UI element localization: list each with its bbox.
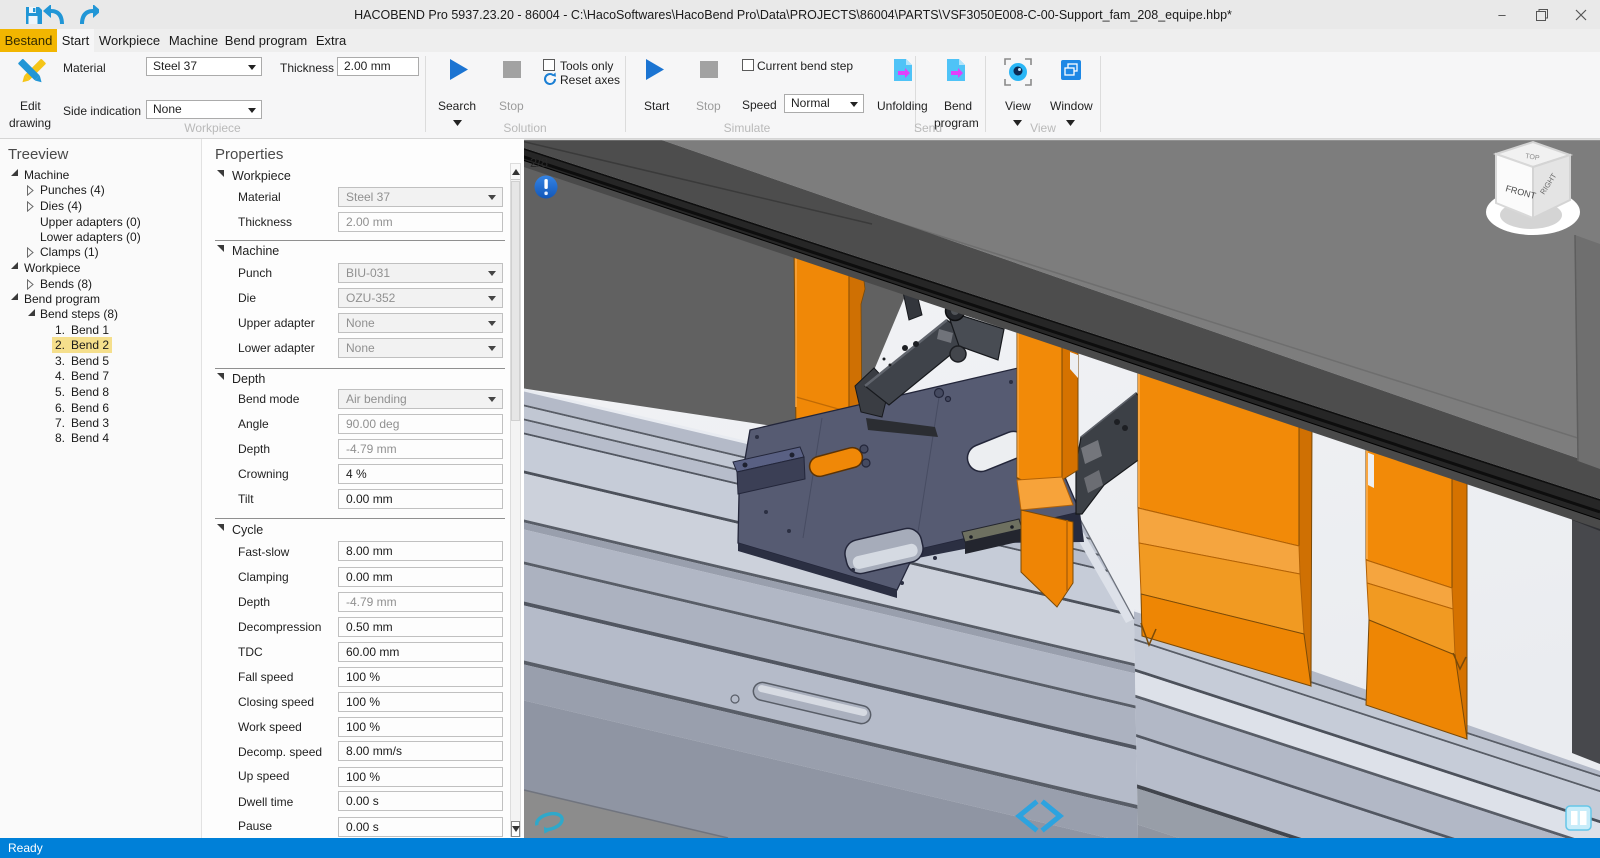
- svg-text:2/8: 2/8: [530, 155, 548, 170]
